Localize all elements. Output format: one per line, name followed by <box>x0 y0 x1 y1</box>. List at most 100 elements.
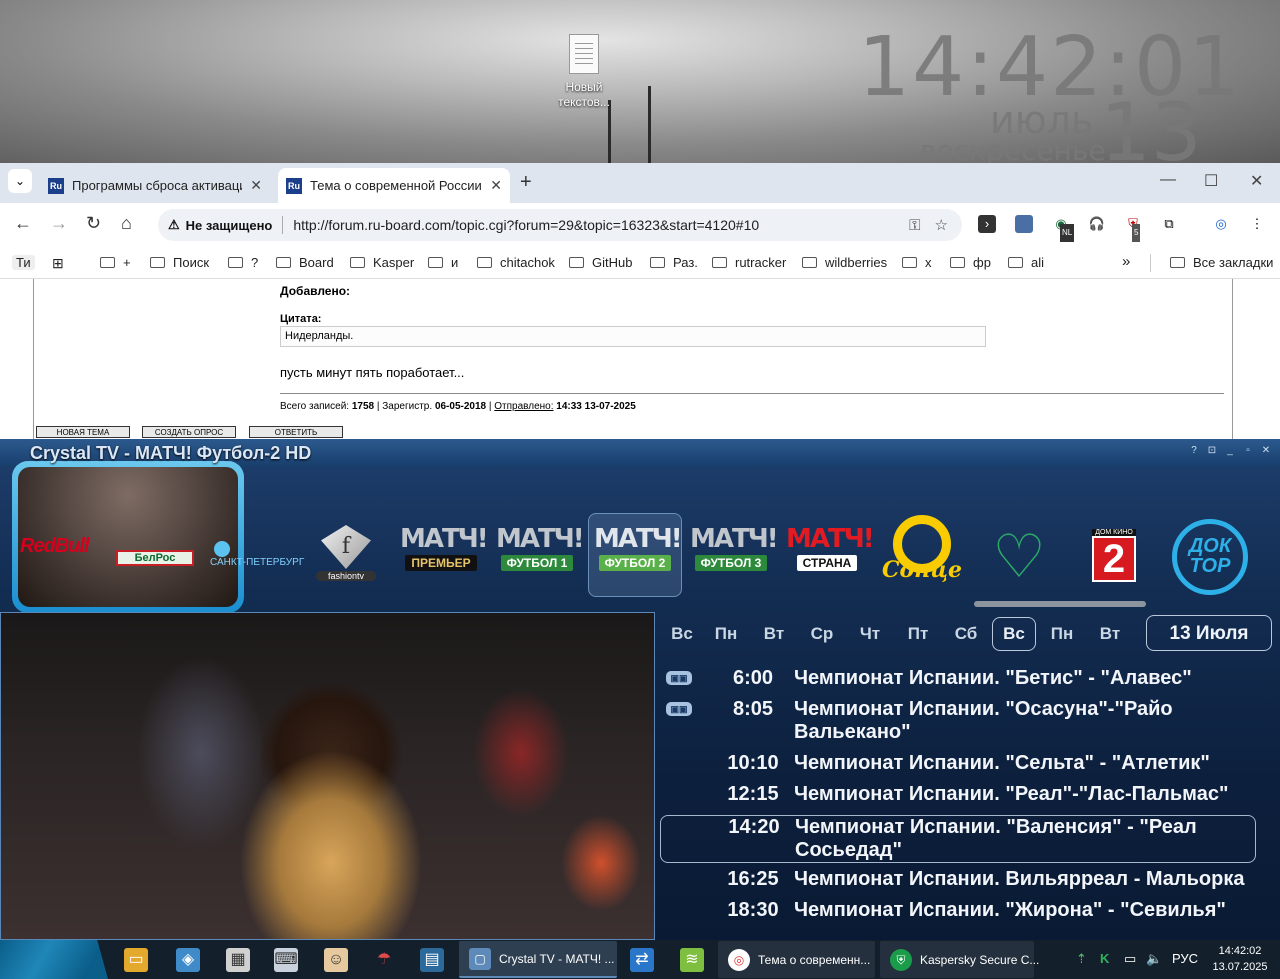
day-tab[interactable]: Пт <box>896 624 940 644</box>
maximize-icon[interactable]: ▫ <box>1242 445 1254 457</box>
taskbar-window-kaspersky[interactable]: ⛨ Kaspersky Secure C... <box>880 941 1039 978</box>
channel-scrollbar[interactable] <box>974 601 1146 607</box>
help-icon[interactable]: ? <box>1188 445 1200 457</box>
browser-tab-active[interactable]: Ru Тема о современной России - ✕ <box>278 168 510 203</box>
extension-nl-icon[interactable]: ◉NL <box>1052 215 1075 242</box>
channel-heart[interactable]: ♡ <box>984 527 1054 587</box>
channel-match-strana[interactable]: МАТЧ! СТРАНА <box>786 525 875 585</box>
new-topic-button[interactable]: НОВАЯ ТЕМА <box>36 426 130 438</box>
program-row[interactable]: 12:15 Чемпионат Испании. "Реал"-"Лас-Пал… <box>660 783 1256 807</box>
close-window-icon[interactable]: ✕ <box>1250 171 1263 191</box>
channel-dom-kino-2[interactable]: ДОМ КИНО 2 <box>1092 529 1136 582</box>
tray-clock[interactable]: 14:42:02 13.07.2025 <box>1208 943 1272 975</box>
bookmark-folder[interactable]: Поиск <box>150 255 209 270</box>
extensions-puzzle-icon[interactable]: ⧉ <box>1160 215 1178 233</box>
channel-sonce[interactable]: Сонце <box>882 515 962 595</box>
bookmark-folder[interactable]: ali <box>1008 255 1044 270</box>
media-app-icon[interactable]: ▤ <box>420 948 444 972</box>
tray-kaspersky-icon[interactable]: K <box>1100 951 1109 966</box>
bookmark-folder[interactable]: Board <box>276 255 334 270</box>
keyboard-icon[interactable]: ⌨ <box>274 948 298 972</box>
day-tab[interactable]: Сб <box>944 624 988 644</box>
bookmark-ti[interactable]: Ти <box>12 255 35 270</box>
bookmark-folder[interactable]: Kasper <box>350 255 414 270</box>
channel-match-football-2[interactable]: МАТЧ! ФУТБОЛ 2 <box>594 525 683 585</box>
program-row[interactable]: ▣▣ 8:05 Чемпионат Испании. "Осасуна"-"Ра… <box>660 698 1256 746</box>
day-tab[interactable]: Вт <box>752 624 796 644</box>
start-button[interactable] <box>0 940 108 979</box>
menu-dots-icon[interactable]: ⋮ <box>1248 215 1266 233</box>
day-tab[interactable]: Пн <box>704 624 748 644</box>
bookmark-folder[interactable]: rutracker <box>712 255 786 270</box>
tab-search-dropdown-icon[interactable]: ⌄ <box>8 169 32 193</box>
tray-upload-icon[interactable]: ⇡ <box>1076 951 1087 967</box>
security-indicator[interactable]: ⚠ Не защищено <box>168 217 272 233</box>
bookmark-folder[interactable]: chitachok <box>477 255 555 270</box>
program-row[interactable]: 18:30 Чемпионат Испании. "Жирона" - "Сев… <box>660 899 1256 923</box>
day-tab-selected[interactable]: Вс <box>992 617 1036 651</box>
video-player[interactable] <box>0 612 655 940</box>
channel-fashiontv[interactable]: f fashiontv <box>316 525 376 585</box>
taskbar-window-crystal-tv[interactable]: ▢ Crystal TV - МАТЧ! ... <box>459 941 617 978</box>
program-row[interactable]: 16:25 Чемпионат Испании. Вильярреал - Ма… <box>660 868 1256 892</box>
bookmark-star-icon[interactable]: ☆ <box>935 216 948 234</box>
address-bar[interactable]: ⚠ Не защищено http://forum.ru-board.com/… <box>158 209 962 241</box>
password-key-icon[interactable]: ⚿ <box>909 217 920 234</box>
back-icon[interactable]: ← <box>14 213 32 234</box>
tray-volume-icon[interactable]: 🔈 <box>1146 951 1162 967</box>
meta-sent-link[interactable]: Отправлено: <box>494 401 553 412</box>
new-tab-icon[interactable]: + <box>520 171 532 194</box>
date-display[interactable]: 13 Июля <box>1146 615 1272 651</box>
program-row[interactable]: 10:10 Чемпионат Испании. "Сельта" - "Атл… <box>660 752 1256 776</box>
all-bookmarks-folder[interactable]: Все закладки <box>1170 255 1273 270</box>
apps-grid-icon[interactable]: ⊞ <box>52 255 64 272</box>
day-tab[interactable]: Вс <box>660 624 704 644</box>
reply-button[interactable]: ОТВЕТИТЬ <box>249 426 343 438</box>
extension-tile-icon[interactable] <box>1015 215 1033 233</box>
day-tab[interactable]: Чт <box>848 624 892 644</box>
channel-match-premier[interactable]: МАТЧ! ПРЕМЬЕР <box>400 525 489 585</box>
bookmark-folder[interactable]: ? <box>228 255 258 270</box>
home-icon[interactable]: ⌂ <box>121 213 132 234</box>
avatar-app-icon[interactable]: ☺ <box>324 948 348 972</box>
day-tab[interactable]: Вт <box>1088 624 1132 644</box>
close-tab-icon[interactable]: ✕ <box>250 177 262 194</box>
day-tab[interactable]: Пн <box>1040 624 1084 644</box>
kaspersky-extension-icon[interactable]: ⛨5 <box>1124 215 1142 242</box>
browser-tab[interactable]: Ru Программы сброса активации ✕ <box>40 168 270 203</box>
app-store-icon[interactable]: ◈ <box>176 948 200 972</box>
lock-icon[interactable]: ⊡ <box>1206 445 1218 457</box>
program-row[interactable]: ▣▣ 6:00 Чемпионат Испании. "Бетис" - "Ал… <box>660 667 1256 691</box>
channel-match-football-3[interactable]: МАТЧ! ФУТБОЛ 3 <box>690 525 779 585</box>
tray-language[interactable]: РУС <box>1172 951 1198 966</box>
tray-display-icon[interactable]: ▭ <box>1124 951 1136 967</box>
more-bookmarks-icon[interactable]: » <box>1122 253 1130 270</box>
network-app-icon[interactable]: ⇄ <box>630 948 654 972</box>
reload-icon[interactable]: ↻ <box>86 213 101 234</box>
taskbar-window-chrome[interactable]: ◎ Тема о современн... <box>718 941 875 978</box>
extension-arrow-icon[interactable]: › <box>978 215 996 233</box>
day-tab[interactable]: Ср <box>800 624 844 644</box>
maximize-icon[interactable]: ☐ <box>1204 171 1218 191</box>
file-explorer-icon[interactable]: ▭ <box>124 948 148 972</box>
bookmark-folder[interactable]: и <box>428 255 458 270</box>
bookmark-folder[interactable]: Раз. <box>650 255 698 270</box>
minimize-icon[interactable]: — <box>1160 171 1176 189</box>
bookmark-folder[interactable]: фр <box>950 255 991 270</box>
channel-match-football-1[interactable]: МАТЧ! ФУТБОЛ 1 <box>496 525 585 585</box>
calculator-icon[interactable]: ▦ <box>226 948 250 972</box>
bookmark-folder[interactable]: GitHub <box>569 255 632 270</box>
wifi-app-icon[interactable]: ≋ <box>680 948 704 972</box>
channel-doctor[interactable]: ДОК ТОР <box>1172 519 1248 595</box>
bookmark-folder[interactable]: x <box>902 255 932 270</box>
forward-icon[interactable]: → <box>50 213 68 234</box>
close-icon[interactable]: ✕ <box>1260 445 1272 457</box>
profile-icon[interactable]: ◎ <box>1212 215 1230 233</box>
close-tab-icon[interactable]: ✕ <box>490 177 502 194</box>
bookmark-folder[interactable]: wildberries <box>802 255 887 270</box>
desktop-icon-text-file[interactable]: Новый текстов... <box>552 34 616 110</box>
url-text[interactable]: http://forum.ru-board.com/topic.cgi?foru… <box>293 217 909 233</box>
create-poll-button[interactable]: СОЗДАТЬ ОПРОС <box>142 426 236 438</box>
umbrella-app-icon[interactable]: ☂ <box>372 948 396 972</box>
program-row-current[interactable]: 14:20 Чемпионат Испании. "Валенсия" - "Р… <box>660 815 1256 863</box>
